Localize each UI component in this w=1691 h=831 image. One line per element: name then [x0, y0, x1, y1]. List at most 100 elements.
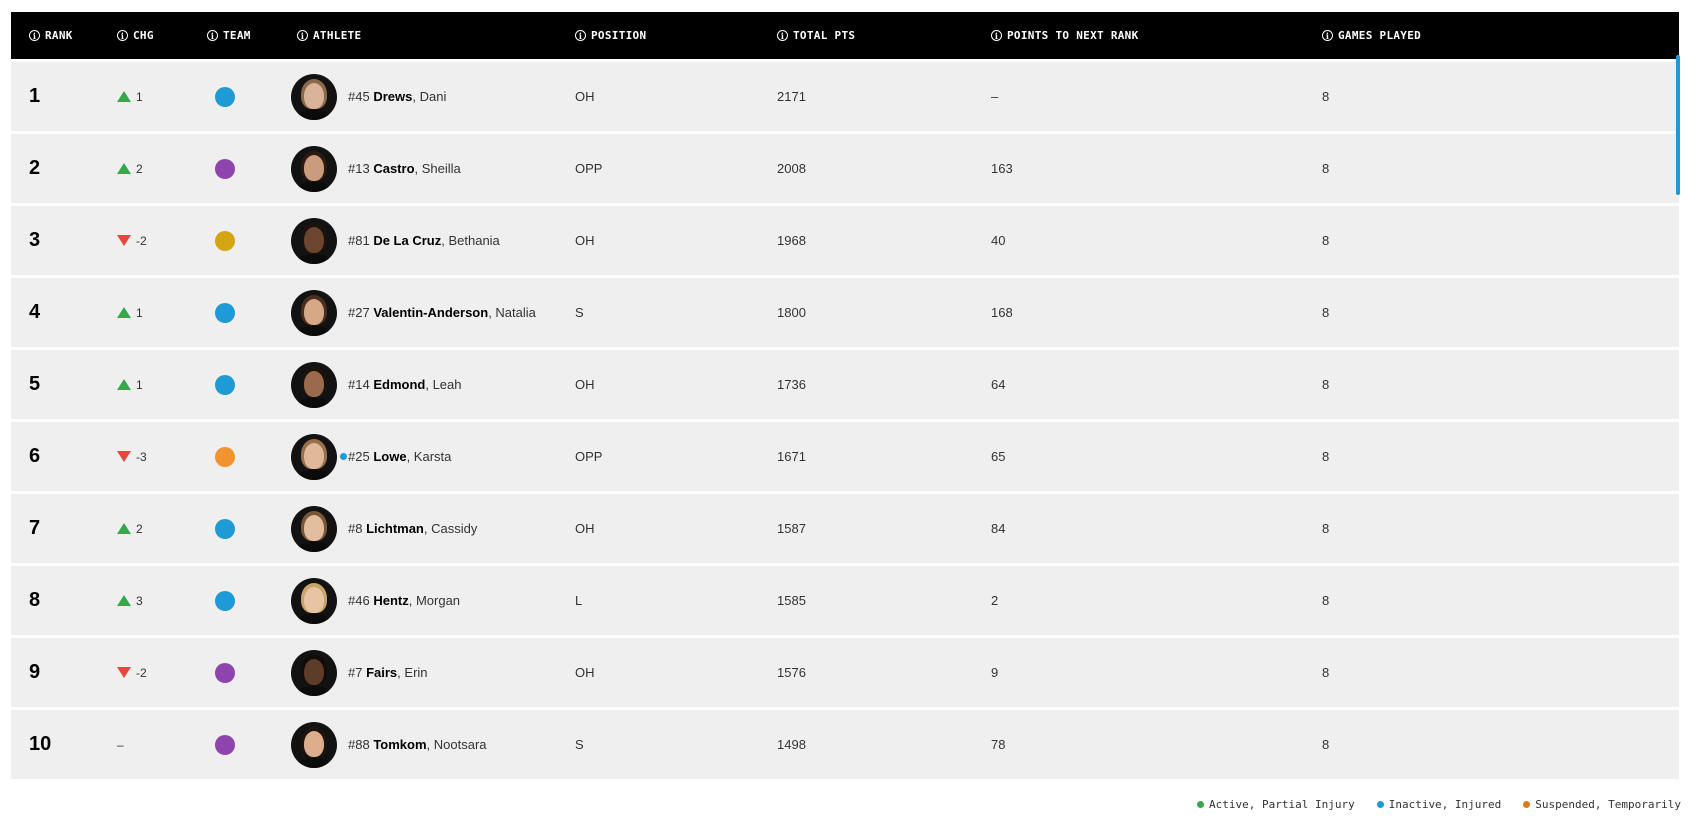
team-logo-icon[interactable] [215, 302, 235, 323]
info-icon[interactable]: i [575, 30, 586, 41]
total-pts-value: 1671 [777, 449, 806, 464]
total-pts-value: 1576 [777, 665, 806, 680]
info-icon[interactable]: i [777, 30, 788, 41]
athlete-cell[interactable]: #13 Castro, Sheilla [291, 134, 461, 203]
info-icon[interactable]: i [117, 30, 128, 41]
avatar[interactable] [291, 721, 337, 768]
table-row[interactable]: 10 – #88 Tomkom, Nootsara S 1498 78 8 [11, 710, 1679, 779]
rank-change: 2 [117, 134, 143, 203]
athlete-name[interactable]: #88 Tomkom, Nootsara [348, 737, 487, 752]
header-games-played[interactable]: i GAMES PLAYED [1322, 12, 1421, 59]
header-position[interactable]: i POSITION [575, 12, 646, 59]
team-logo-icon[interactable] [215, 662, 235, 683]
team-logo-icon[interactable] [215, 446, 235, 467]
table-row[interactable]: 6 -3 #25 Lowe, Karsta OPP 1671 65 8 [11, 422, 1679, 491]
total-pts-value: 2171 [777, 89, 806, 104]
games-played-value: 8 [1322, 377, 1330, 392]
team-logo-icon[interactable] [215, 518, 235, 539]
athlete-cell[interactable]: #45 Drews, Dani [291, 62, 446, 131]
team-logo-icon[interactable] [215, 590, 235, 611]
athlete-cell[interactable]: #46 Hentz, Morgan [291, 566, 460, 635]
rank-value: 2 [29, 157, 41, 179]
table-header: i RANK i CHG i TEAM i ATHLETE i POSITION i TOTAL PT… [11, 12, 1679, 59]
athlete-name[interactable]: #14 Edmond, Leah [348, 377, 461, 392]
avatar[interactable] [291, 505, 337, 552]
games-played-value: 8 [1322, 233, 1330, 248]
position-value: OH [575, 377, 595, 392]
games-played-value: 8 [1322, 521, 1330, 536]
rank-change-value: 1 [136, 305, 143, 320]
table-row[interactable]: 1 1 #45 Drews, Dani OH 2171 – 8 [11, 62, 1679, 131]
info-icon[interactable]: i [1322, 30, 1333, 41]
table-row[interactable]: 3 -2 #81 De La Cruz, Bethania OH 1968 40 8 [11, 206, 1679, 275]
avatar[interactable] [291, 433, 337, 480]
athlete-cell[interactable]: #14 Edmond, Leah [291, 350, 461, 419]
athlete-name[interactable]: #45 Drews, Dani [348, 89, 446, 104]
athlete-cell[interactable]: #8 Lichtman, Cassidy [291, 494, 477, 563]
rank-change: -3 [117, 422, 147, 491]
athlete-cell[interactable]: #88 Tomkom, Nootsara [291, 710, 487, 779]
info-icon[interactable]: i [297, 30, 308, 41]
team-logo-icon[interactable] [215, 374, 235, 395]
team-logo-icon[interactable] [215, 86, 235, 107]
athlete-name[interactable]: #81 De La Cruz, Bethania [348, 233, 500, 248]
table-row[interactable]: 4 1 #27 Valentin-Anderson, Natalia S 1800 168… [11, 278, 1679, 347]
avatar[interactable] [291, 217, 337, 264]
team-logo-icon[interactable] [215, 734, 235, 755]
header-athlete[interactable]: i ATHLETE [297, 12, 361, 59]
team-logo-icon[interactable] [215, 158, 235, 179]
avatar[interactable] [291, 577, 337, 624]
athlete-name[interactable]: #8 Lichtman, Cassidy [348, 521, 477, 536]
avatar[interactable] [291, 361, 337, 408]
triangle-up-icon [117, 379, 131, 390]
header-team[interactable]: i TEAM [207, 12, 251, 59]
athlete-first-name: Natalia [495, 305, 536, 320]
athlete-cell[interactable]: #25 Lowe, Karsta [291, 422, 451, 491]
triangle-up-icon [117, 595, 131, 606]
triangle-down-icon [117, 667, 131, 678]
table-row[interactable]: 5 1 #14 Edmond, Leah OH 1736 64 8 [11, 350, 1679, 419]
header-total-pts[interactable]: i TOTAL PTS [777, 12, 855, 59]
info-icon[interactable]: i [991, 30, 1002, 41]
jersey-number: #27 [348, 305, 370, 320]
team-logo-icon[interactable] [215, 230, 235, 251]
vertical-scrollbar[interactable] [1676, 55, 1680, 195]
header-points-to-next-rank[interactable]: i POINTS TO NEXT RANK [991, 12, 1139, 59]
athlete-name[interactable]: #13 Castro, Sheilla [348, 161, 461, 176]
athlete-cell[interactable]: #7 Fairs, Erin [291, 638, 428, 707]
athlete-name[interactable]: #25 Lowe, Karsta [348, 449, 451, 464]
athlete-cell[interactable]: #27 Valentin-Anderson, Natalia [291, 278, 536, 347]
athlete-name[interactable]: #7 Fairs, Erin [348, 665, 428, 680]
header-rank[interactable]: i RANK [29, 12, 73, 59]
triangle-up-icon [117, 91, 131, 102]
points-to-next-rank-value: 40 [991, 233, 1006, 248]
info-icon[interactable]: i [29, 30, 40, 41]
rank-change: – [117, 710, 124, 779]
table-row[interactable]: 9 -2 #7 Fairs, Erin OH 1576 9 8 [11, 638, 1679, 707]
rank-change-value: 1 [136, 89, 143, 104]
rank-value: 10 [29, 733, 52, 755]
athlete-cell[interactable]: #81 De La Cruz, Bethania [291, 206, 500, 275]
athlete-last-name: Edmond [373, 377, 426, 392]
table-row[interactable]: 7 2 #8 Lichtman, Cassidy OH 1587 84 8 [11, 494, 1679, 563]
avatar[interactable] [291, 145, 337, 192]
avatar[interactable] [291, 289, 337, 336]
total-pts-value: 2008 [777, 161, 806, 176]
rank-value: 3 [29, 229, 41, 251]
points-to-next-rank-value: 65 [991, 449, 1006, 464]
points-to-next-rank-value: 168 [991, 305, 1013, 320]
avatar[interactable] [291, 649, 337, 696]
table-row[interactable]: 8 3 #46 Hentz, Morgan L 1585 2 8 [11, 566, 1679, 635]
athlete-last-name: Drews [373, 89, 413, 104]
rank-change-value: 2 [136, 161, 143, 176]
rank-value: 6 [29, 445, 41, 467]
position-value: OH [575, 665, 595, 680]
table-row[interactable]: 2 2 #13 Castro, Sheilla OPP 2008 163 8 [11, 134, 1679, 203]
athlete-name[interactable]: #27 Valentin-Anderson, Natalia [348, 305, 536, 320]
avatar[interactable] [291, 73, 337, 120]
rank-change-value: -3 [136, 449, 147, 464]
info-icon[interactable]: i [207, 30, 218, 41]
header-chg[interactable]: i CHG [117, 12, 154, 59]
athlete-first-name: Cassidy [431, 521, 478, 536]
athlete-name[interactable]: #46 Hentz, Morgan [348, 593, 460, 608]
